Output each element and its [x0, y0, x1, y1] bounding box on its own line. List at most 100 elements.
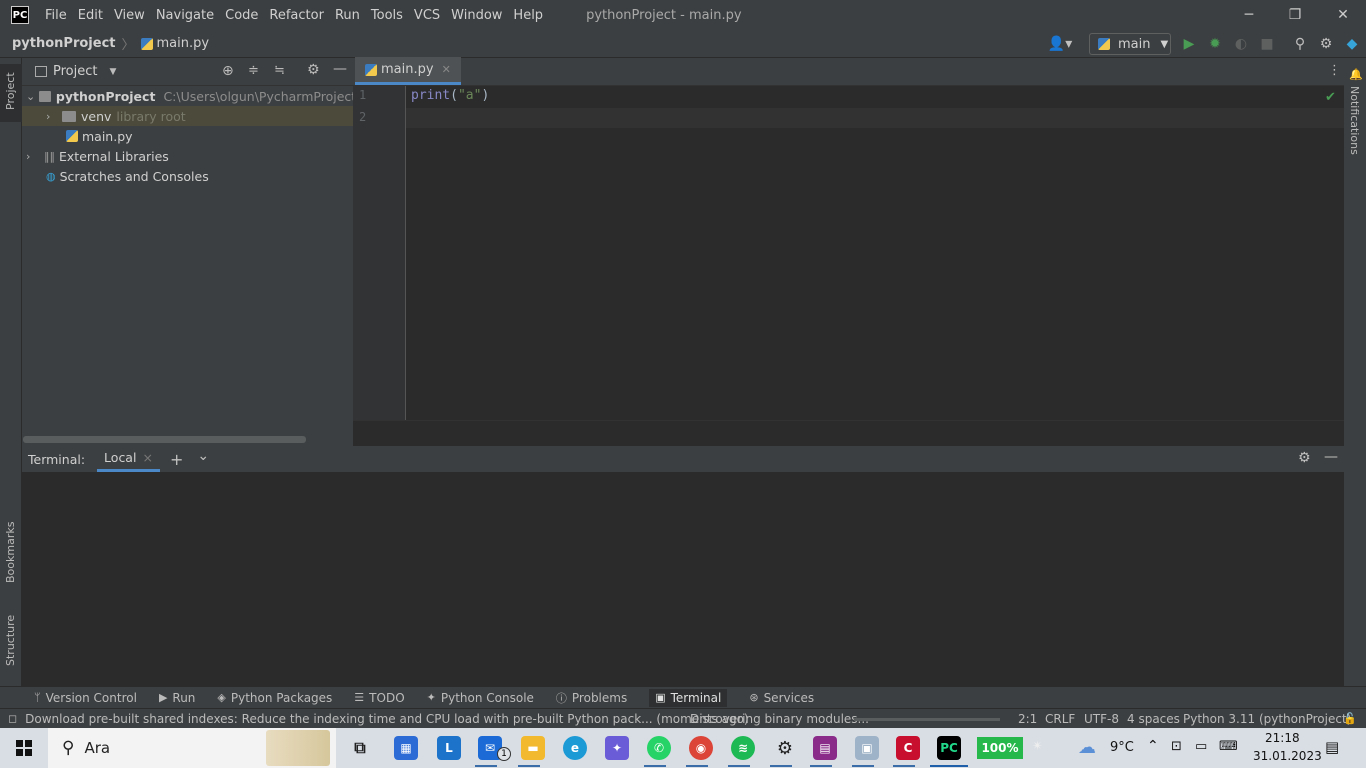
taskbar-search-box[interactable]: ⚲ Ara: [48, 728, 336, 768]
new-terminal-button[interactable]: +: [170, 450, 183, 469]
indent-setting[interactable]: 4 spaces: [1127, 712, 1180, 726]
camera-icon[interactable]: ⊡: [1171, 739, 1182, 754]
notification-center-icon[interactable]: ▤: [1325, 738, 1339, 756]
close-tab-icon[interactable]: ✕: [442, 63, 451, 76]
tree-item-pythonproject[interactable]: ⌄ pythonProject C:\Users\olgun\PycharmPr…: [26, 86, 353, 106]
microsoft-store-icon[interactable]: ▦: [394, 736, 418, 760]
tool-run[interactable]: ▶ Run: [159, 691, 195, 705]
more-options-icon[interactable]: ⋮: [1328, 63, 1341, 78]
coverage-icon[interactable]: ◐: [1232, 35, 1250, 53]
collapse-all-icon[interactable]: ≒: [274, 63, 285, 78]
hide-terminal-icon[interactable]: —: [1324, 449, 1338, 465]
battery-icon[interactable]: ▭: [1195, 739, 1207, 754]
structure-stripe-button[interactable]: Structure: [4, 615, 17, 666]
bookmarks-stripe-button[interactable]: Bookmarks: [4, 522, 17, 583]
horizontal-scrollbar[interactable]: [23, 436, 306, 443]
tool-version-control[interactable]: ᛘ Version Control: [34, 691, 137, 705]
menu-view[interactable]: View: [114, 8, 145, 23]
close-tab-icon[interactable]: ×: [142, 450, 152, 465]
background-task-text[interactable]: Discovering binary modules...: [690, 712, 869, 726]
restore-button[interactable]: ❐: [1272, 0, 1318, 30]
line-separator[interactable]: CRLF: [1045, 712, 1075, 726]
chevron-down-icon[interactable]: ⌄: [26, 90, 37, 103]
project-panel-title[interactable]: Project: [53, 64, 97, 79]
chevron-down-icon[interactable]: ▼: [109, 67, 116, 77]
task-view-icon[interactable]: ⧉: [348, 736, 372, 760]
copilot-icon[interactable]: ✦: [605, 736, 629, 760]
locate-icon[interactable]: ⊕: [222, 63, 234, 79]
tree-item-external-libraries[interactable]: › ‖‖ External Libraries: [26, 146, 169, 166]
run-config-dropdown[interactable]: main ▼: [1089, 33, 1171, 55]
tool-services[interactable]: ⊛ Services: [749, 691, 814, 705]
clock-date[interactable]: 31.01.2023: [1253, 749, 1322, 763]
run-icon[interactable]: ▶: [1180, 35, 1198, 53]
tree-item-main-py[interactable]: main.py: [66, 126, 133, 146]
pycharm-taskbar-icon[interactable]: PC: [937, 736, 961, 760]
menu-refactor[interactable]: Refactor: [269, 8, 324, 23]
tab-main-py[interactable]: main.py ✕: [355, 57, 461, 85]
file-explorer-icon[interactable]: ▬: [521, 736, 545, 760]
tool-terminal[interactable]: ▣ Terminal: [649, 688, 728, 707]
keyboard-icon[interactable]: ⌨: [1219, 739, 1238, 754]
python-interpreter[interactable]: Python 3.11 (pythonProject): [1183, 712, 1351, 726]
edge-icon[interactable]: e: [563, 736, 587, 760]
search-icon[interactable]: ⚲: [1291, 35, 1309, 53]
tool-todo[interactable]: ☰ TODO: [354, 691, 404, 705]
close-window-button[interactable]: ✕: [1320, 0, 1366, 30]
bell-icon[interactable]: 🔔: [1349, 68, 1363, 81]
weather-temp[interactable]: 9°C: [1110, 740, 1134, 755]
chevron-right-icon[interactable]: ›: [46, 110, 60, 123]
menu-navigate[interactable]: Navigate: [156, 8, 214, 23]
caret-position[interactable]: 2:1: [1018, 712, 1037, 726]
menu-run[interactable]: Run: [335, 8, 360, 23]
tool-python-packages[interactable]: ◈ Python Packages: [217, 691, 332, 705]
chrome-icon[interactable]: ◉: [689, 736, 713, 760]
breadcrumb-file[interactable]: main.py: [140, 36, 209, 51]
battery-widget[interactable]: 100%: [977, 737, 1023, 759]
code-line-1[interactable]: print("a"): [411, 88, 489, 103]
hide-panel-icon[interactable]: —: [333, 61, 347, 77]
file-encoding[interactable]: UTF-8: [1084, 712, 1119, 726]
menu-edit[interactable]: Edit: [78, 8, 103, 23]
terminal-gear-icon[interactable]: ⚙: [1298, 450, 1311, 466]
stop-icon[interactable]: ■: [1258, 35, 1276, 53]
jetbrains-toolbox-icon[interactable]: ◆: [1343, 35, 1361, 53]
menu-code[interactable]: Code: [225, 8, 258, 23]
whatsapp-icon[interactable]: ✆: [647, 736, 671, 760]
breadcrumb-project[interactable]: pythonProject: [12, 36, 116, 51]
clock-time[interactable]: 21:18: [1265, 731, 1300, 745]
cloud-icon[interactable]: ☁: [1078, 737, 1096, 758]
l-app-icon[interactable]: L: [437, 736, 461, 760]
menu-file[interactable]: File: [45, 8, 67, 23]
menu-window[interactable]: Window: [451, 8, 502, 23]
minimize-button[interactable]: ─: [1226, 0, 1272, 30]
project-stripe-button[interactable]: Project: [0, 64, 22, 122]
windows-start-icon[interactable]: [16, 740, 32, 756]
menu-vcs[interactable]: VCS: [414, 8, 440, 23]
panel-toggle-icon[interactable]: ◻: [8, 712, 17, 725]
debug-icon[interactable]: ✹: [1206, 35, 1224, 53]
expand-all-icon[interactable]: ≑: [248, 63, 259, 78]
terminal-content[interactable]: [22, 472, 1344, 686]
spotify-icon[interactable]: ≋: [731, 736, 755, 760]
user-icon[interactable]: 👤▾: [1046, 35, 1074, 53]
status-message[interactable]: Download pre-built shared indexes: Reduc…: [25, 712, 748, 726]
lock-icon[interactable]: 🔓: [1343, 712, 1357, 725]
tree-item-scratches[interactable]: ◍ Scratches and Consoles: [46, 166, 209, 186]
control-panel-icon[interactable]: ▣: [855, 736, 879, 760]
settings-gear-icon[interactable]: ⚙: [773, 736, 797, 760]
gear-icon[interactable]: ⚙: [1317, 35, 1335, 53]
winrar-icon[interactable]: ▤: [813, 736, 837, 760]
tree-item-venv[interactable]: › venv library root: [22, 106, 353, 126]
options-gear-icon[interactable]: ⚙: [307, 62, 320, 78]
tab-local[interactable]: Local ×: [97, 446, 160, 472]
ccleaner-icon[interactable]: C: [896, 736, 920, 760]
tool-problems[interactable]: ⓘ Problems: [556, 690, 627, 706]
tool-python-console[interactable]: ✦ Python Console: [427, 691, 534, 705]
chevron-right-icon[interactable]: ›: [26, 150, 40, 163]
terminal-dropdown-button[interactable]: ⌄: [197, 448, 209, 464]
notifications-stripe-button[interactable]: Notifications: [1348, 86, 1361, 155]
no-problems-check-icon[interactable]: ✔: [1325, 90, 1336, 105]
chevron-up-icon[interactable]: ⌃: [1147, 738, 1159, 754]
menu-tools[interactable]: Tools: [371, 8, 403, 23]
